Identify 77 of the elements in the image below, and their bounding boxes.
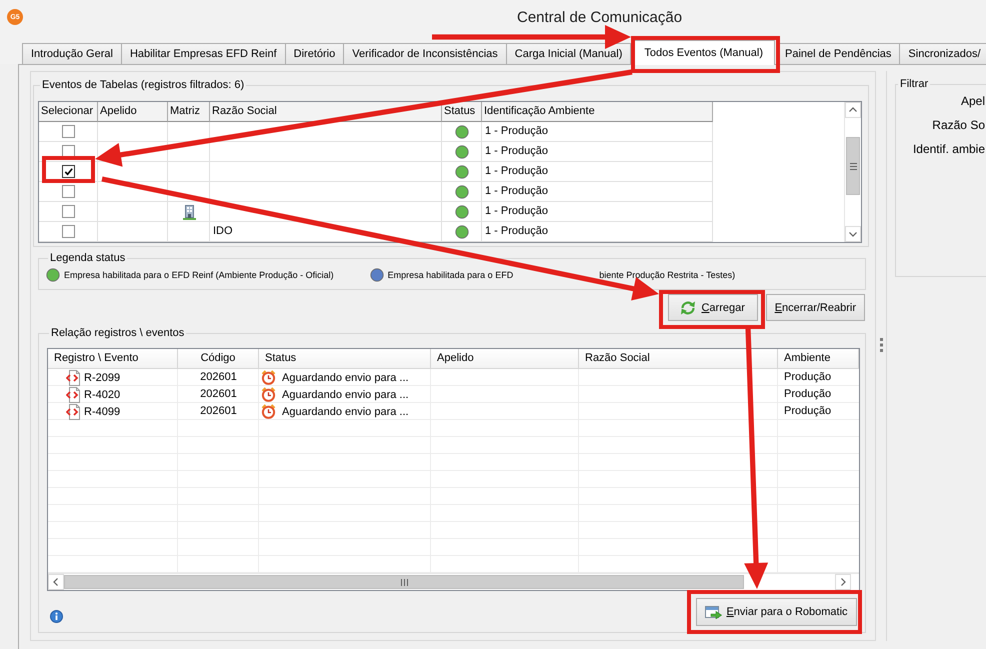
checkbox[interactable]: [62, 125, 75, 138]
field-label: Razão So: [932, 118, 985, 132]
table-cell-text: R-4099: [84, 404, 120, 420]
field-label: Identif. ambie: [912, 142, 985, 156]
chevron-up-icon[interactable]: [845, 102, 861, 118]
window-title: Central de Comunicação: [517, 8, 682, 26]
checkbox[interactable]: [62, 185, 75, 198]
alarm-clock-icon: [261, 404, 276, 419]
column-header[interactable]: Código: [178, 349, 259, 369]
legend-label: Empresa habilitada para o EFD: [388, 270, 514, 280]
column-header[interactable]: Status: [259, 349, 431, 369]
group-title: Legenda status: [49, 251, 126, 265]
code-file-icon: [66, 404, 80, 420]
chevron-right-icon[interactable]: [835, 574, 851, 590]
scrollbar[interactable]: [844, 102, 861, 242]
column-header[interactable]: Razão Social: [579, 349, 778, 369]
table-cell-text: 202601: [199, 370, 238, 385]
tab[interactable]: Sincronizados/: [899, 43, 986, 64]
tab[interactable]: Verificador de Inconsistências: [343, 43, 507, 64]
highlight-frame: [42, 156, 95, 183]
group-title: Filtrar: [899, 77, 930, 91]
scrollbar-thumb[interactable]: [64, 575, 744, 589]
alarm-clock-icon: [261, 387, 276, 402]
code-file-icon: [66, 386, 80, 402]
table-cell-text: 1 - Produção: [484, 184, 549, 199]
chevron-left-icon[interactable]: [48, 574, 64, 590]
table-cell-text: R-4020: [84, 388, 120, 402]
column-header[interactable]: Apelido: [98, 102, 168, 122]
checkbox[interactable]: [62, 165, 75, 178]
column-header[interactable]: Status: [442, 102, 482, 122]
column-header[interactable]: Identificação Ambiente: [482, 102, 713, 122]
table-cell-text: IDO: [212, 224, 234, 239]
table-cell-text: 202601: [199, 387, 238, 402]
legend-label: biente Produção Restrita - Testes): [599, 270, 736, 280]
field-label: Apel: [960, 94, 985, 108]
tab[interactable]: Todos Eventos (Manual): [632, 40, 775, 65]
column-header[interactable]: Ambiente: [778, 349, 859, 369]
table-cell-text: Aguardando envio para ...: [282, 404, 409, 420]
group-title: Eventos de Tabelas (registros filtrados: 6): [41, 78, 246, 92]
column-header[interactable]: Selecionar: [39, 102, 98, 122]
table-row[interactable]: R-2099 202601 Aguardando envio para ... Produção: [48, 369, 859, 386]
table-cell-text: 1 - Produção: [484, 224, 549, 239]
table-cell-text: Produção: [783, 370, 832, 385]
legend-label: Empresa habilitada para o EFD Reinf (Ambiente Produção - Oficial): [64, 270, 334, 280]
checkbox[interactable]: [62, 205, 75, 218]
group-title: Relação registros \ eventos: [50, 326, 186, 340]
tab[interactable]: Habilitar Empresas EFD Reinf: [120, 43, 286, 64]
grip-icon[interactable]: [880, 338, 882, 352]
column-header[interactable]: Registro \ Evento: [48, 349, 178, 369]
scrollbar[interactable]: [48, 573, 859, 590]
table-cell-text: Produção: [783, 387, 832, 402]
refresh-icon: [680, 300, 696, 316]
action-button[interactable]: Encerrar/Reabrir: [766, 294, 865, 321]
chevron-down-icon[interactable]: [845, 226, 861, 242]
table-cell-text: 1 - Produção: [484, 204, 549, 219]
tab[interactable]: Introdução Geral: [22, 43, 122, 64]
table-cell-text: 1 - Produção: [484, 164, 549, 179]
code-file-icon: [66, 370, 80, 386]
info-icon[interactable]: [50, 610, 63, 623]
column-header[interactable]: Apelido: [431, 349, 579, 369]
send-button[interactable]: Enviar para o Robomatic: [696, 598, 857, 626]
table-cell-text: 1 - Produção: [484, 144, 549, 159]
table-cell-text: R-2099: [84, 370, 120, 386]
table-cell-text: 202601: [199, 404, 238, 419]
tab[interactable]: Diretório: [284, 43, 344, 64]
column-header[interactable]: Matriz: [168, 102, 210, 122]
table-cell-text: 1 - Produção: [484, 124, 549, 139]
table-cell-text: Aguardando envio para ...: [282, 388, 409, 402]
tab[interactable]: Carga Inicial (Manual): [506, 43, 632, 64]
table-cell-text: Produção: [783, 404, 832, 419]
scrollbar-thumb[interactable]: [846, 137, 860, 195]
checkbox[interactable]: [62, 225, 75, 238]
alarm-clock-icon: [261, 370, 276, 385]
table-row[interactable]: R-4099 202601 Aguardando envio para ... Produção: [48, 403, 859, 420]
table-cell-text: Aguardando envio para ...: [282, 370, 409, 386]
table-row[interactable]: R-4020 202601 Aguardando envio para ... Produção: [48, 386, 859, 403]
action-button[interactable]: Carregar: [668, 294, 758, 321]
